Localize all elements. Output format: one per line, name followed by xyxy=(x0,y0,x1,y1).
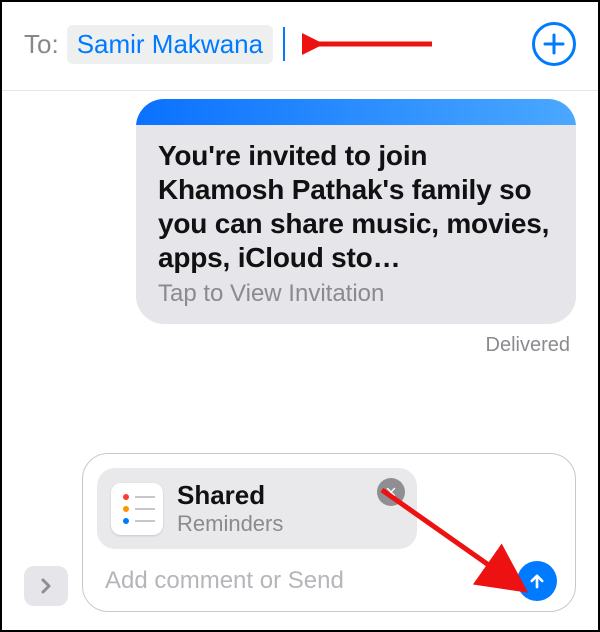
to-bar: To: Samir Makwana xyxy=(2,2,598,90)
recipient-chip[interactable]: Samir Makwana xyxy=(67,25,273,64)
expand-apps-button[interactable] xyxy=(24,566,68,606)
compose-input[interactable] xyxy=(105,567,509,595)
message-subtitle: Tap to View Invitation xyxy=(158,280,554,308)
message-title: You're invited to join Khamosh Pathak's … xyxy=(158,139,554,276)
attachment-card[interactable]: Shared Reminders xyxy=(97,468,417,549)
text-cursor xyxy=(283,27,285,61)
message-status: Delivered xyxy=(486,334,570,357)
close-icon xyxy=(385,486,397,498)
chevron-right-icon xyxy=(37,577,55,595)
remove-attachment-button[interactable] xyxy=(377,478,405,506)
conversation-area: You're invited to join Khamosh Pathak's … xyxy=(2,91,598,357)
compose-box: Shared Reminders xyxy=(82,453,576,612)
plus-icon xyxy=(542,32,566,56)
message-bubble[interactable]: You're invited to join Khamosh Pathak's … xyxy=(136,99,576,324)
arrow-up-icon xyxy=(528,571,546,591)
to-label: To: xyxy=(24,29,59,60)
attachment-title: Shared xyxy=(177,480,283,511)
bubble-banner xyxy=(136,99,576,125)
send-button[interactable] xyxy=(517,561,557,601)
add-recipient-button[interactable] xyxy=(532,22,576,66)
compose-area: Shared Reminders xyxy=(24,453,576,612)
reminders-app-icon xyxy=(111,483,163,535)
attachment-subtitle: Reminders xyxy=(177,511,283,537)
